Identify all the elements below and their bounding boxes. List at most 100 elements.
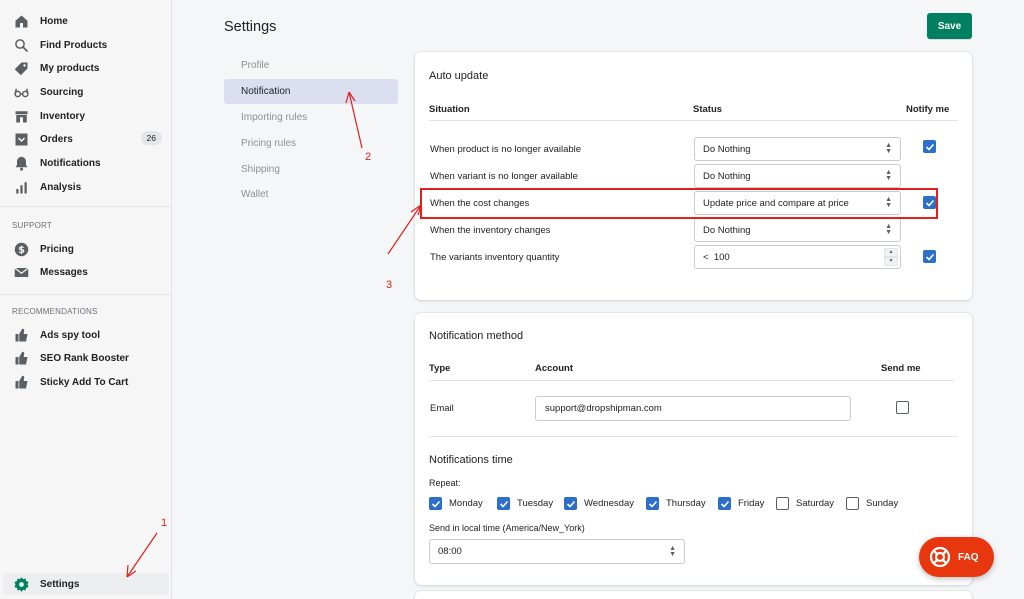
auto-update-title: Auto update bbox=[429, 70, 489, 82]
day-checkbox[interactable] bbox=[564, 497, 577, 510]
time-value: 08:00 bbox=[438, 546, 462, 557]
nav-home[interactable]: Home bbox=[0, 10, 172, 32]
email-field[interactable]: support@dropshipman.com bbox=[535, 396, 851, 421]
header-divider bbox=[429, 380, 954, 381]
nav-notifications[interactable]: Notifications bbox=[0, 152, 172, 174]
situation-label: The variants inventory quantity bbox=[430, 252, 560, 263]
nav-label: Pricing bbox=[40, 243, 74, 255]
nav-sourcing[interactable]: Sourcing bbox=[0, 81, 172, 103]
nav-label: Analysis bbox=[40, 181, 82, 193]
day-sunday[interactable]: Sunday bbox=[846, 497, 898, 510]
tag-icon bbox=[14, 61, 29, 76]
select-arrows-icon: ▲ ▼ bbox=[669, 545, 676, 558]
nav-settings[interactable]: Settings bbox=[3, 573, 169, 595]
day-label: Tuesday bbox=[517, 498, 554, 509]
thumbs-up-icon bbox=[14, 351, 29, 366]
check-icon bbox=[566, 500, 575, 508]
input-value: < 100 bbox=[703, 251, 730, 263]
check-icon bbox=[720, 500, 729, 508]
nav-label: SEO Rank Booster bbox=[40, 352, 129, 364]
section-divider bbox=[429, 436, 958, 437]
day-saturday[interactable]: Saturday bbox=[776, 497, 834, 510]
nav-seo-rank-booster[interactable]: SEO Rank Booster bbox=[0, 347, 172, 369]
check-icon bbox=[648, 500, 657, 508]
store-icon bbox=[14, 109, 29, 124]
col-situation: Situation bbox=[429, 104, 470, 115]
submenu-wallet[interactable]: Wallet bbox=[224, 182, 398, 207]
email-value: support@dropshipman.com bbox=[545, 403, 662, 414]
nav-analysis[interactable]: Analysis bbox=[0, 176, 172, 198]
bar-chart-icon bbox=[14, 180, 29, 195]
col-type: Type bbox=[429, 363, 451, 374]
submenu-notification[interactable]: Notification bbox=[224, 79, 398, 104]
stepper-down-icon[interactable]: ▼ bbox=[884, 257, 898, 266]
notify-checkbox[interactable] bbox=[923, 140, 936, 153]
submenu-shipping[interactable]: Shipping bbox=[224, 157, 398, 182]
submenu-importing-rules[interactable]: Importing rules bbox=[224, 105, 398, 130]
gear-icon bbox=[14, 576, 29, 592]
col-notify-me: Notify me bbox=[906, 104, 950, 115]
situation-label: When the inventory changes bbox=[430, 225, 551, 236]
number-stepper[interactable]: ▲ ▼ bbox=[884, 248, 898, 266]
next-card bbox=[415, 591, 972, 599]
day-friday[interactable]: Friday bbox=[718, 497, 764, 510]
select-arrows-icon: ▲ ▼ bbox=[885, 169, 892, 182]
time-select[interactable]: 08:00 ▲ ▼ bbox=[429, 539, 685, 564]
save-button[interactable]: Save bbox=[927, 13, 972, 39]
select-value: Do Nothing bbox=[703, 170, 751, 182]
notification-method-title: Notification method bbox=[429, 330, 524, 342]
day-monday[interactable]: Monday bbox=[429, 497, 483, 510]
recommendations-section-title: RECOMMENDATIONS bbox=[12, 307, 98, 316]
day-tuesday[interactable]: Tuesday bbox=[497, 497, 553, 510]
local-time-label: Send in local time (America/New_York) bbox=[429, 523, 585, 533]
select-value: Do Nothing bbox=[703, 143, 751, 155]
notify-checkbox[interactable] bbox=[923, 250, 936, 263]
send-me-checkbox[interactable] bbox=[896, 401, 909, 414]
faq-label: FAQ bbox=[958, 551, 979, 563]
nav-label: Sticky Add To Cart bbox=[40, 376, 129, 388]
auto-update-card: Auto update Situation Status Notify me W… bbox=[415, 52, 972, 300]
day-wednesday[interactable]: Wednesday bbox=[564, 497, 634, 510]
nav-sticky-add-to-cart[interactable]: Sticky Add To Cart bbox=[0, 371, 172, 393]
nav-label: Find Products bbox=[40, 39, 108, 51]
nav-messages[interactable]: Messages bbox=[0, 261, 172, 283]
nav-pricing[interactable]: $ Pricing bbox=[0, 238, 172, 260]
nav-label: Orders bbox=[40, 133, 73, 145]
sidebar: Home Find Products My products Sourcing … bbox=[0, 0, 172, 599]
svg-text:$: $ bbox=[18, 244, 25, 255]
faq-button[interactable]: FAQ bbox=[919, 537, 994, 577]
situation-label: When variant is no longer available bbox=[430, 171, 578, 182]
nav-label: Ads spy tool bbox=[40, 329, 101, 341]
nav-label: My products bbox=[40, 62, 100, 74]
submenu-profile[interactable]: Profile bbox=[224, 53, 398, 78]
situation-label: When product is no longer available bbox=[430, 144, 582, 155]
status-select[interactable]: Do Nothing ▲ ▼ bbox=[694, 164, 901, 188]
inventory-quantity-input[interactable]: < 100 ▲ ▼ bbox=[694, 245, 901, 269]
status-select[interactable]: Do Nothing ▲ ▼ bbox=[694, 137, 901, 161]
sidebar-divider bbox=[0, 294, 172, 295]
page-title: Settings bbox=[224, 19, 277, 35]
nav-inventory[interactable]: Inventory bbox=[0, 105, 172, 127]
submenu-pricing-rules[interactable]: Pricing rules bbox=[224, 131, 398, 156]
stepper-up-icon[interactable]: ▲ bbox=[884, 248, 898, 257]
type-email: Email bbox=[430, 403, 454, 414]
status-select[interactable]: Do Nothing ▲ ▼ bbox=[694, 218, 901, 242]
day-checkbox[interactable] bbox=[718, 497, 731, 510]
nav-orders[interactable]: Orders 26 bbox=[0, 128, 172, 150]
day-checkbox[interactable] bbox=[429, 497, 442, 510]
day-checkbox[interactable] bbox=[646, 497, 659, 510]
day-label: Wednesday bbox=[584, 498, 634, 509]
nav-ads-spy-tool[interactable]: Ads spy tool bbox=[0, 324, 172, 346]
nav-label: Sourcing bbox=[40, 86, 84, 98]
select-arrows-icon: ▲ ▼ bbox=[885, 142, 892, 155]
orders-icon bbox=[14, 132, 29, 147]
day-checkbox[interactable] bbox=[497, 497, 510, 510]
day-checkbox[interactable] bbox=[846, 497, 859, 510]
lifebuoy-icon bbox=[929, 546, 951, 568]
nav-find-products[interactable]: Find Products bbox=[0, 34, 172, 56]
check-icon bbox=[925, 253, 934, 261]
nav-my-products[interactable]: My products bbox=[0, 57, 172, 79]
day-checkbox[interactable] bbox=[776, 497, 789, 510]
nav-label: Inventory bbox=[40, 110, 86, 122]
day-thursday[interactable]: Thursday bbox=[646, 497, 706, 510]
